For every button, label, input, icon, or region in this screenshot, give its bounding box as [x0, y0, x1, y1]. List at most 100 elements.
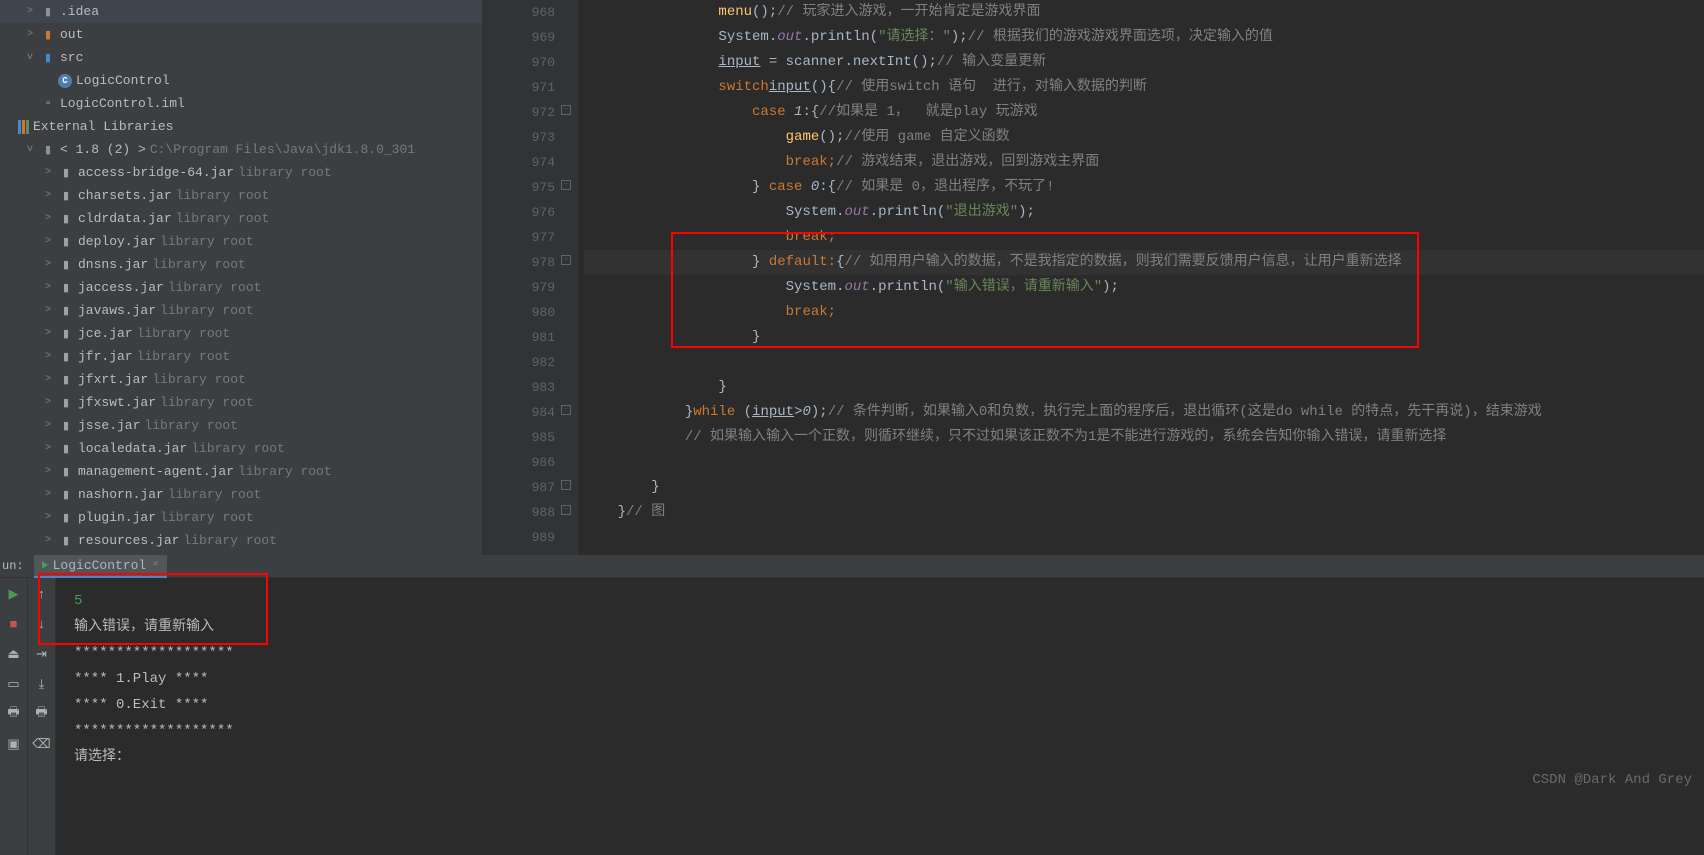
- tree-label: src: [60, 50, 83, 65]
- tree-item[interactable]: External Libraries: [0, 115, 482, 138]
- code-line[interactable]: System.out.println("退出游戏");: [584, 200, 1704, 225]
- scroll-icon[interactable]: ⤓: [32, 674, 52, 694]
- jar-item[interactable]: >▮charsets.jarlibrary root: [0, 184, 482, 207]
- library-root-label: library root: [238, 165, 332, 180]
- watermark-text: CSDN @Dark And Grey: [1532, 772, 1692, 788]
- chevron-icon[interactable]: >: [42, 512, 54, 523]
- jar-item[interactable]: >▮management-agent.jarlibrary root: [0, 460, 482, 483]
- code-line[interactable]: } default:{// 如用用户输入的数据，不是我指定的数据，则我们需要反馈…: [584, 250, 1704, 275]
- fold-icon[interactable]: -: [561, 505, 571, 515]
- jar-item[interactable]: >▮jfxswt.jarlibrary root: [0, 391, 482, 414]
- chevron-icon[interactable]: >: [42, 236, 54, 247]
- tree-item[interactable]: v▮src: [0, 46, 482, 69]
- line-number: 981: [483, 325, 555, 350]
- console-output[interactable]: 5输入错误，请重新输入*********************** 1.Pla…: [56, 578, 1704, 855]
- jar-item[interactable]: >▮cldrdata.jarlibrary root: [0, 207, 482, 230]
- chevron-icon[interactable]: >: [42, 489, 54, 500]
- jar-item[interactable]: >▮localedata.jarlibrary root: [0, 437, 482, 460]
- code-line[interactable]: game();//使用 game 自定义函数: [584, 125, 1704, 150]
- fold-icon[interactable]: -: [561, 180, 571, 190]
- print2-icon[interactable]: 🖶: [32, 704, 52, 724]
- jar-item[interactable]: >▮dnsns.jarlibrary root: [0, 253, 482, 276]
- jar-item[interactable]: >▮jaccess.jarlibrary root: [0, 276, 482, 299]
- code-line[interactable]: }while (input>0);// 条件判断，如果输入0和负数，执行完上面的…: [584, 400, 1704, 425]
- chevron-icon[interactable]: >: [42, 374, 54, 385]
- code-area[interactable]: menu();// 玩家进入游戏，一开始肯定是游戏界面 System.out.p…: [578, 0, 1704, 555]
- tree-item[interactable]: >▮.idea: [0, 0, 482, 23]
- chevron-icon[interactable]: >: [42, 282, 54, 293]
- code-line[interactable]: menu();// 玩家进入游戏，一开始肯定是游戏界面: [584, 0, 1704, 25]
- print-icon[interactable]: 🖶: [4, 704, 24, 724]
- code-line[interactable]: }// 图: [584, 500, 1704, 525]
- code-line[interactable]: break;// 游戏结束，退出游戏，回到游戏主界面: [584, 150, 1704, 175]
- tree-item[interactable]: >▮out: [0, 23, 482, 46]
- fold-icon[interactable]: -: [561, 255, 571, 265]
- code-line[interactable]: // 如果输入输入一个正数，则循环继续，只不过如果该正数不为1是不能进行游戏的，…: [584, 425, 1704, 450]
- code-line[interactable]: }: [584, 375, 1704, 400]
- chevron-icon[interactable]: >: [42, 259, 54, 270]
- chevron-icon[interactable]: >: [42, 328, 54, 339]
- stop-icon[interactable]: ■: [4, 614, 24, 634]
- chevron-icon[interactable]: >: [42, 213, 54, 224]
- code-line[interactable]: [584, 525, 1704, 550]
- pin-icon[interactable]: ▣: [4, 734, 24, 754]
- code-line[interactable]: }: [584, 325, 1704, 350]
- jar-name: deploy.jar: [78, 234, 156, 249]
- chevron-icon[interactable]: >: [42, 167, 54, 178]
- jar-item[interactable]: >▮jfr.jarlibrary root: [0, 345, 482, 368]
- chevron-icon[interactable]: >: [42, 397, 54, 408]
- code-editor[interactable]: 968969970971972-973974975-976977978-9799…: [483, 0, 1704, 555]
- run-tab[interactable]: LogicControl ×: [34, 555, 167, 578]
- jar-item[interactable]: >▮jfxrt.jarlibrary root: [0, 368, 482, 391]
- code-line[interactable]: [584, 450, 1704, 475]
- chevron-icon[interactable]: >: [42, 535, 54, 546]
- jar-name: charsets.jar: [78, 188, 172, 203]
- exit-icon[interactable]: ⏏: [4, 644, 24, 664]
- chevron-icon[interactable]: >: [24, 6, 36, 17]
- code-line[interactable]: } case 0:{// 如果是 0，退出程序，不玩了!: [584, 175, 1704, 200]
- fold-icon[interactable]: -: [561, 105, 571, 115]
- chevron-icon[interactable]: v: [24, 52, 36, 63]
- jar-item[interactable]: >▮resources.jarlibrary root: [0, 529, 482, 552]
- jar-name: cldrdata.jar: [78, 211, 172, 226]
- code-line[interactable]: [584, 350, 1704, 375]
- wrap-icon[interactable]: ⇥: [32, 644, 52, 664]
- chevron-icon[interactable]: >: [42, 305, 54, 316]
- close-icon[interactable]: ×: [152, 559, 159, 571]
- tree-item[interactable]: CLogicControl: [0, 69, 482, 92]
- rerun-icon[interactable]: ▶: [4, 584, 24, 604]
- code-line[interactable]: System.out.println("输入错误，请重新输入");: [584, 275, 1704, 300]
- up-icon[interactable]: ↑: [32, 584, 52, 604]
- jar-item[interactable]: >▮nashorn.jarlibrary root: [0, 483, 482, 506]
- chevron-icon[interactable]: >: [24, 29, 36, 40]
- code-line[interactable]: break;: [584, 225, 1704, 250]
- tree-item[interactable]: ▫LogicControl.iml: [0, 92, 482, 115]
- code-line[interactable]: System.out.println("请选择：");// 根据我们的游戏游戏界…: [584, 25, 1704, 50]
- jar-item[interactable]: >▮javaws.jarlibrary root: [0, 299, 482, 322]
- chevron-icon[interactable]: >: [42, 190, 54, 201]
- chevron-icon[interactable]: >: [42, 466, 54, 477]
- jar-item[interactable]: >▮deploy.jarlibrary root: [0, 230, 482, 253]
- down-icon[interactable]: ↓: [32, 614, 52, 634]
- fold-icon[interactable]: -: [561, 480, 571, 490]
- code-line[interactable]: case 1:{//如果是 1， 就是play 玩游戏: [584, 100, 1704, 125]
- code-line[interactable]: break;: [584, 300, 1704, 325]
- jar-item[interactable]: >▮access-bridge-64.jarlibrary root: [0, 161, 482, 184]
- chevron-icon[interactable]: >: [42, 443, 54, 454]
- jar-icon: ▮: [58, 165, 74, 181]
- code-line[interactable]: }: [584, 475, 1704, 500]
- tree-item[interactable]: v▮< 1.8 (2) > C:\Program Files\Java\jdk1…: [0, 138, 482, 161]
- code-line[interactable]: input = scanner.nextInt();// 输入变量更新: [584, 50, 1704, 75]
- class-icon: C: [58, 74, 72, 88]
- jar-item[interactable]: >▮jsse.jarlibrary root: [0, 414, 482, 437]
- code-line[interactable]: switchinput(){// 使用switch 语句 进行，对输入数据的判断: [584, 75, 1704, 100]
- fold-icon[interactable]: -: [561, 405, 571, 415]
- jar-item[interactable]: >▮jce.jarlibrary root: [0, 322, 482, 345]
- clear-icon[interactable]: ⌫: [32, 734, 52, 754]
- layout-icon[interactable]: ▭: [4, 674, 24, 694]
- jar-item[interactable]: >▮plugin.jarlibrary root: [0, 506, 482, 529]
- chevron-icon[interactable]: >: [42, 351, 54, 362]
- library-root-label: library root: [152, 372, 246, 387]
- chevron-icon[interactable]: >: [42, 420, 54, 431]
- chevron-icon[interactable]: v: [24, 144, 36, 155]
